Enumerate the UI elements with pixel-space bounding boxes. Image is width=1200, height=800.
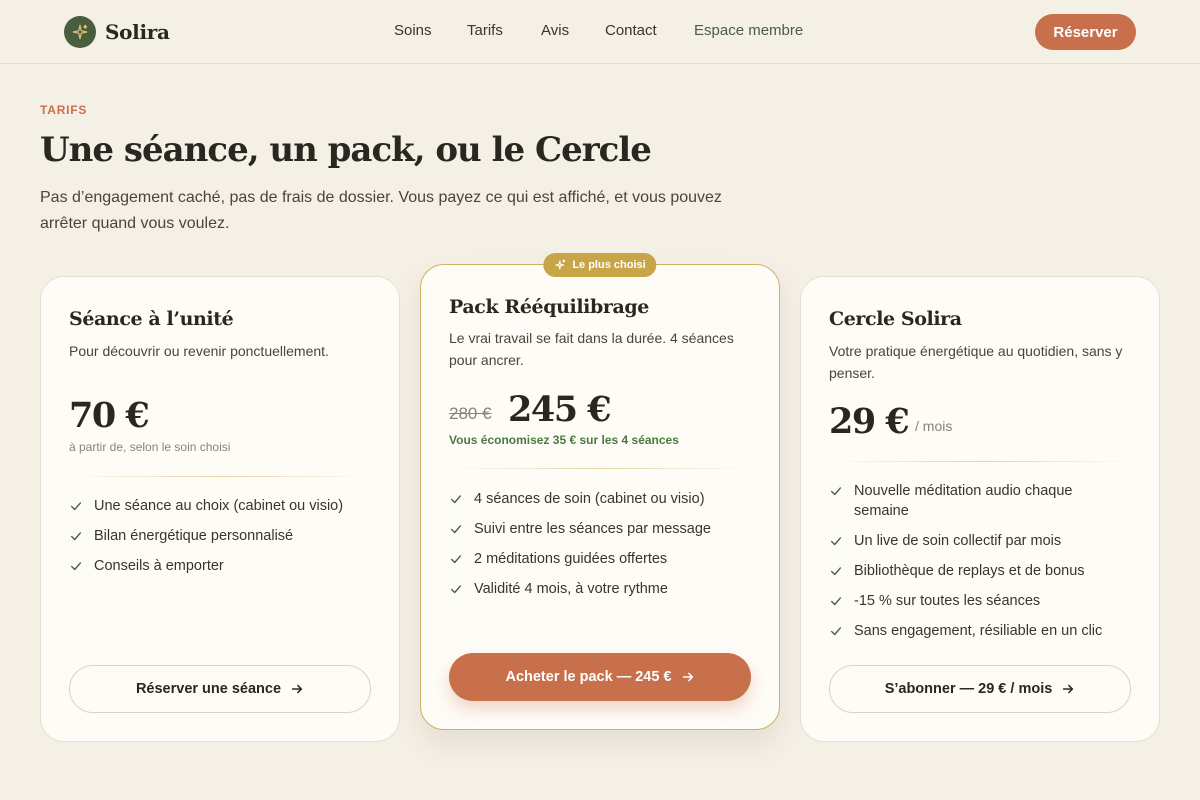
feature-text: Bibliothèque de replays et de bonus	[854, 563, 1085, 579]
feature-item: Conseils à emporter	[69, 556, 373, 576]
site-header: Solira Soins Tarifs Avis Contact Espace …	[0, 0, 1200, 64]
arrow-right-icon	[1063, 684, 1074, 694]
plan-card-single: Séance à l’unité Pour découvrir ou reven…	[40, 276, 400, 742]
cta-label: Réserver une séance	[135, 681, 282, 697]
plan-description: Votre pratique énergétique au quotidien,…	[829, 343, 1123, 381]
sparkle-icon	[555, 259, 566, 270]
feature-item: 4 séances de soin (cabinet ou visio)	[449, 489, 753, 509]
feature-item: 2 méditations guidées offertes	[449, 549, 753, 569]
section-eyebrow: TARIFS	[40, 103, 88, 117]
plan-price: 70 €	[69, 395, 150, 436]
check-icon	[830, 487, 842, 496]
check-icon	[830, 537, 842, 546]
feature-text: 4 séances de soin (cabinet ou visio)	[474, 491, 705, 507]
check-icon	[70, 532, 82, 541]
divider	[829, 461, 1133, 462]
feature-item: Nouvelle méditation audio chaque semaine	[829, 481, 1129, 521]
cta-label: Acheter le pack — 245 €	[505, 669, 672, 685]
reserve-button[interactable]: Réserver	[1035, 14, 1136, 50]
feature-item: Sans engagement, résiliable en un clic	[829, 621, 1129, 641]
price-unit: / mois	[915, 418, 953, 434]
check-icon	[450, 495, 462, 504]
plan-name: Cercle Solira	[829, 308, 962, 330]
plan-price: 245 €	[508, 389, 612, 430]
feature-text: Une séance au choix (cabinet ou visio)	[94, 498, 344, 514]
feature-item: Un live de soin collectif par mois	[829, 531, 1129, 551]
divider	[69, 476, 373, 477]
main-nav: Soins Tarifs Avis Contact Espace membre	[0, 22, 1200, 42]
plan-card-pack: Le plus choisi Pack Rééquilibrage Le vra…	[420, 253, 780, 730]
feature-item: Une séance au choix (cabinet ou visio)	[69, 496, 373, 516]
plan-description: Le vrai travail se fait dans la durée. 4…	[449, 330, 734, 368]
book-session-button[interactable]: Réserver une séance	[69, 665, 371, 713]
feature-text: Nouvelle méditation audio chaque semaine	[854, 483, 1073, 519]
nav-item-tarifs[interactable]: Tarifs	[467, 22, 503, 39]
check-icon	[70, 562, 82, 571]
check-icon	[450, 555, 462, 564]
check-icon	[450, 585, 462, 594]
subscribe-button[interactable]: S’abonner — 29 € / mois	[829, 665, 1131, 713]
feature-text: Sans engagement, résiliable en un clic	[854, 623, 1103, 639]
check-icon	[70, 502, 82, 511]
feature-list: 4 séances de soin (cabinet ou visio) Sui…	[449, 489, 753, 609]
feature-text: Un live de soin collectif par mois	[854, 533, 1062, 549]
feature-item: Validité 4 mois, à votre rythme	[449, 579, 753, 599]
check-icon	[450, 525, 462, 534]
plan-price: 29 €	[829, 401, 910, 442]
arrow-right-icon	[682, 672, 693, 682]
feature-item: Bibliothèque de replays et de bonus	[829, 561, 1129, 581]
arrow-right-icon	[291, 684, 303, 694]
feature-text: Bilan énergétique personnalisé	[94, 528, 294, 544]
cta-label: S’abonner — 29 € / mois	[884, 681, 1053, 697]
nav-item-soins[interactable]: Soins	[394, 22, 432, 39]
badge-label: Le plus choisi	[572, 259, 646, 271]
check-icon	[830, 567, 842, 576]
feature-text: Suivi entre les séances par message	[474, 521, 711, 537]
feature-list: Nouvelle méditation audio chaque semaine…	[829, 481, 1129, 651]
check-icon	[830, 627, 842, 636]
savings-note: Vous économisez 35 € sur les 4 séances	[449, 433, 679, 447]
buy-pack-button[interactable]: Acheter le pack — 245 €	[449, 653, 751, 701]
plan-name: Séance à l’unité	[69, 308, 234, 330]
old-price: 280 €	[449, 404, 492, 423]
plan-description: Pour découvrir ou revenir ponctuellement…	[69, 343, 329, 359]
nav-item-avis[interactable]: Avis	[541, 22, 569, 39]
feature-text: Conseils à emporter	[94, 558, 224, 574]
feature-item: Bilan énergétique personnalisé	[69, 526, 373, 546]
page-subtitle: Pas d’engagement caché, pas de frais de …	[40, 189, 722, 232]
feature-list: Une séance au choix (cabinet ou visio) B…	[69, 496, 373, 586]
plan-card-circle: Cercle Solira Votre pratique énergétique…	[800, 276, 1160, 742]
feature-text: -15 % sur toutes les séances	[854, 593, 1041, 609]
page-title: Une séance, un pack, ou le Cercle	[40, 130, 652, 170]
popular-badge: Le plus choisi	[543, 253, 657, 277]
feature-text: 2 méditations guidées offertes	[474, 551, 668, 567]
feature-item: -15 % sur toutes les séances	[829, 591, 1129, 611]
plan-name: Pack Rééquilibrage	[449, 296, 649, 318]
check-icon	[830, 597, 842, 606]
feature-text: Validité 4 mois, à votre rythme	[474, 581, 668, 597]
nav-item-contact[interactable]: Contact	[605, 22, 657, 39]
feature-item: Suivi entre les séances par message	[449, 519, 753, 539]
price-note: à partir de, selon le soin choisi	[69, 440, 231, 454]
nav-item-espace-membre[interactable]: Espace membre	[694, 22, 803, 39]
divider	[449, 468, 753, 469]
